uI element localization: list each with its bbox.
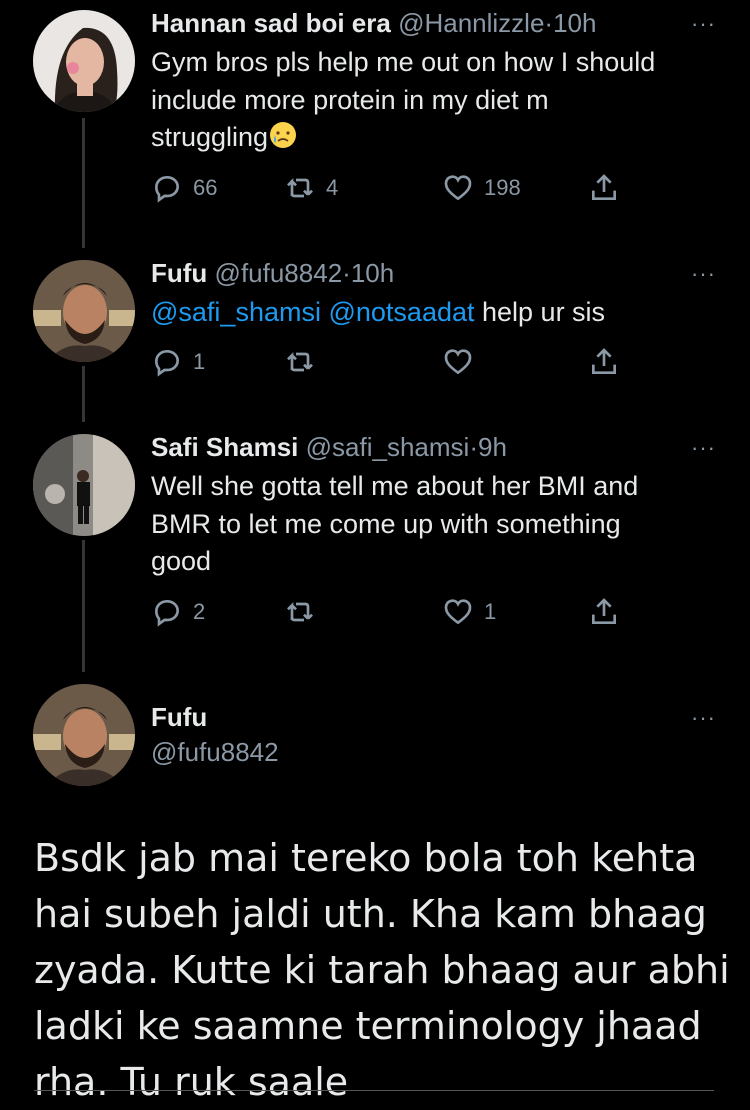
mention-link[interactable]: @notsaadat: [328, 297, 474, 327]
retweet-button[interactable]: [284, 596, 316, 628]
tweet-text-rest: help ur sis: [474, 297, 606, 327]
share-icon: [592, 174, 616, 200]
author-name[interactable]: Fufu: [151, 258, 207, 288]
avatar-safi[interactable]: [33, 434, 135, 536]
reply-button[interactable]: 2: [151, 596, 205, 628]
reply-count: 2: [193, 599, 206, 624]
more-options-icon[interactable]: ···: [691, 437, 716, 459]
retweet-button[interactable]: 4: [284, 172, 338, 204]
tweet-text-line: include more protein in my diet m: [151, 84, 549, 115]
tweet-text: Gym bros pls help me out on how I should…: [151, 44, 721, 157]
main-text-line: ladki ke saamne terminology jhaad: [34, 1004, 702, 1048]
tweet-time[interactable]: 10h: [351, 258, 394, 288]
tweet-text-line: Well she gotta tell me about her BMI and: [151, 471, 639, 501]
tweet-safi-reply[interactable]: Safi Shamsi @safi_shamsi·9h ··· Well she…: [0, 424, 750, 654]
separator-dot: ·: [342, 258, 351, 288]
retweet-icon: [287, 352, 313, 372]
separator-dot: ·: [544, 8, 554, 38]
retweet-button[interactable]: [284, 346, 316, 378]
share-icon: [592, 348, 616, 374]
avatar-fufu[interactable]: [33, 260, 135, 362]
reply-icon: [154, 175, 180, 203]
like-button[interactable]: [442, 346, 474, 378]
author-handle[interactable]: @fufu8842: [215, 258, 343, 288]
tweet-text-line: Gym bros pls help me out on how I should: [151, 47, 656, 77]
tweet-time[interactable]: 10h: [553, 8, 596, 38]
like-count: 198: [484, 175, 521, 200]
tweet-time[interactable]: 9h: [478, 432, 507, 462]
retweet-icon: [287, 602, 313, 622]
divider: [34, 1090, 714, 1091]
tweet-header: Hannan sad boi era @Hannlizzle·10h: [151, 8, 596, 38]
retweet-count: 4: [326, 175, 339, 200]
share-icon: [592, 598, 616, 624]
tweet-text-line: good: [151, 546, 212, 576]
tweet-actions: 2 1: [151, 596, 631, 630]
share-button[interactable]: [588, 346, 620, 378]
heart-icon: [444, 349, 472, 375]
author-handle[interactable]: @fufu8842: [151, 737, 279, 768]
like-count: 1: [484, 599, 497, 624]
tweet-text: @safi_shamsi @notsaadat help ur sis: [151, 294, 721, 332]
share-button[interactable]: [588, 596, 620, 628]
crying-face-emoji-icon: [270, 122, 297, 148]
reply-icon: [154, 599, 180, 627]
reply-count: 66: [193, 175, 218, 200]
reply-icon: [154, 349, 180, 377]
main-text-line: hai subeh jaldi uth. Kha kam bhaag: [34, 892, 707, 936]
main-text-line: rha. Tu ruk saale: [34, 1060, 349, 1104]
reply-button[interactable]: 66: [151, 172, 217, 204]
tweet-text: Well she gotta tell me about her BMI and…: [151, 468, 721, 581]
main-text-line: Bsdk jab mai tereko bola toh kehta: [34, 836, 698, 880]
heart-icon: [444, 175, 472, 201]
author-name[interactable]: Safi Shamsi: [151, 432, 298, 462]
tweet-text-line: struggling: [151, 122, 269, 152]
tweet-hannan[interactable]: Hannan sad boi era @Hannlizzle·10h ··· G…: [0, 0, 750, 240]
avatar-hannan[interactable]: [33, 10, 135, 112]
tweet-header: Fufu @fufu8842·10h: [151, 258, 394, 288]
more-options-icon[interactable]: ···: [691, 263, 716, 285]
like-button[interactable]: 1: [442, 596, 496, 628]
retweet-icon: [287, 178, 313, 198]
more-options-icon[interactable]: ···: [691, 13, 716, 35]
author-name[interactable]: Hannan sad boi era: [151, 8, 391, 38]
author-handle[interactable]: @safi_shamsi: [306, 432, 470, 462]
main-text-line: zyada. Kutte ki tarah bhaag aur abhi: [34, 948, 730, 992]
tweet-text-line: BMR to let me come up with something: [151, 508, 621, 539]
tweet-fufu-reply[interactable]: Fufu @fufu8842·10h ··· @safi_shamsi @not…: [0, 250, 750, 400]
tweet-actions: 66 4 198: [151, 172, 631, 206]
reply-count: 1: [193, 349, 206, 374]
like-button[interactable]: 198: [442, 172, 521, 204]
author-handle[interactable]: @Hannlizzle: [398, 8, 544, 38]
tweet-header: Safi Shamsi @safi_shamsi·9h: [151, 432, 507, 462]
share-button[interactable]: [588, 172, 620, 204]
mention-link[interactable]: @safi_shamsi: [151, 297, 321, 327]
main-tweet-text: Bsdk jab mai tereko bola toh kehta hai s…: [34, 830, 734, 1110]
author-name[interactable]: Fufu: [151, 702, 207, 733]
reply-button[interactable]: 1: [151, 346, 205, 378]
avatar-fufu-main[interactable]: [33, 684, 135, 786]
tweet-actions: 1: [151, 346, 631, 380]
more-options-icon[interactable]: ···: [691, 707, 716, 729]
separator-dot: ·: [469, 432, 478, 462]
heart-icon: [444, 599, 472, 625]
